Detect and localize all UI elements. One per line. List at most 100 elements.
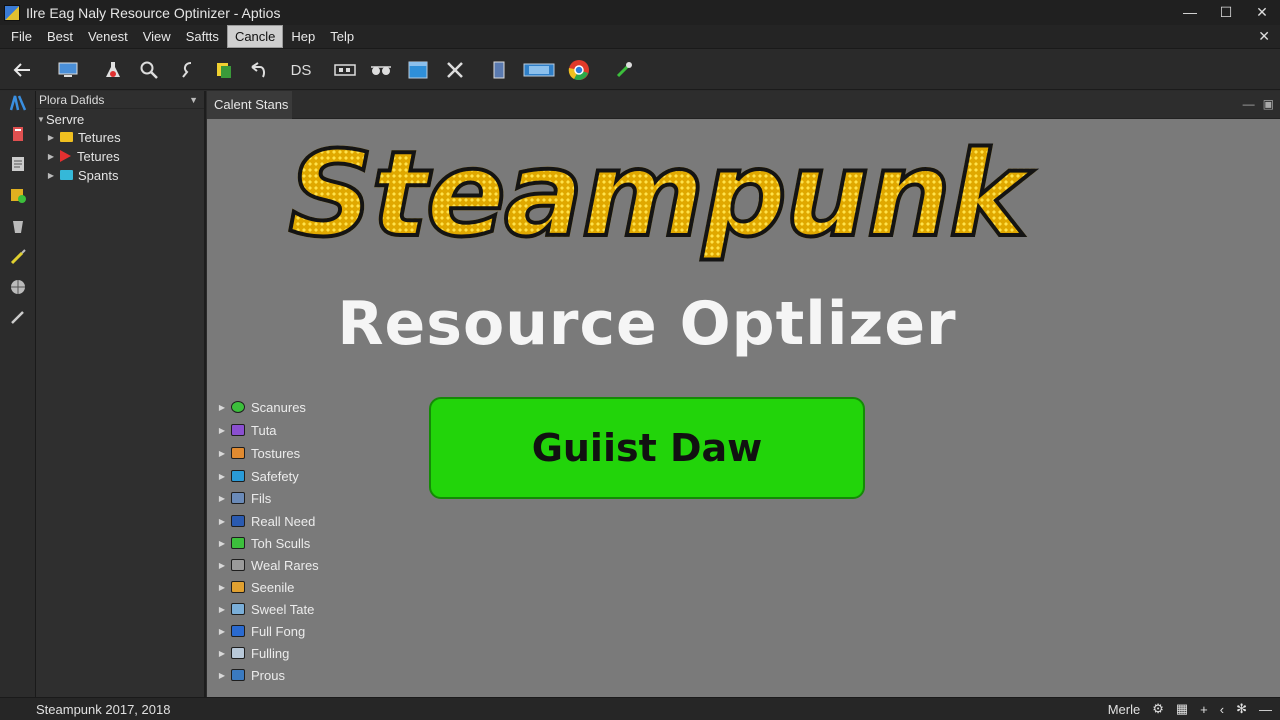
menu-saftts[interactable]: Saftts	[179, 26, 226, 47]
collapsed-caret-icon[interactable]: ▶	[217, 561, 227, 570]
collapsed-caret-icon[interactable]: ▶	[217, 517, 227, 526]
collapsed-caret-icon[interactable]: ▶	[217, 426, 227, 435]
asset-list-item[interactable]: ▶ Tuta	[217, 421, 277, 439]
asset-list-item[interactable]: ▶ Safefety	[217, 467, 299, 485]
tree-item[interactable]: ▶ Spants	[46, 166, 119, 184]
panel-icon[interactable]	[522, 58, 556, 82]
menu-telp[interactable]: Telp	[323, 26, 361, 47]
bucket-icon[interactable]	[9, 217, 27, 235]
tree-root[interactable]: ▼ Servre	[36, 110, 84, 128]
brush-icon[interactable]	[9, 308, 27, 326]
asset-label: Sweel Tate	[251, 601, 315, 617]
pen-icon[interactable]	[9, 248, 27, 266]
menu-cancle[interactable]: Cancle	[226, 25, 284, 48]
pipette-icon[interactable]	[612, 58, 636, 82]
close-document-icon[interactable]: ✕	[1258, 28, 1270, 45]
book-icon[interactable]	[9, 125, 27, 143]
tree-item[interactable]: ▶ Tetures	[46, 147, 120, 165]
undo-icon[interactable]	[246, 58, 270, 82]
primary-action-button[interactable]: Guiist Daw	[429, 397, 865, 499]
asset-list-item[interactable]: ▶ Seenile	[217, 578, 294, 596]
mode-label[interactable]: Merle	[1108, 702, 1141, 717]
settings-icon[interactable]: ⚙	[1152, 701, 1164, 717]
minimize-button[interactable]: —	[1172, 0, 1208, 25]
asset-label: Toh Sculls	[251, 535, 311, 551]
collapsed-caret-icon[interactable]: ▶	[217, 671, 227, 680]
menu-best[interactable]: Best	[40, 26, 80, 47]
magnifier-icon[interactable]	[137, 58, 161, 82]
collapsed-caret-icon[interactable]: ▶	[217, 583, 227, 592]
menu-hep[interactable]: Hep	[284, 26, 322, 47]
monitor-icon[interactable]	[56, 58, 80, 82]
collapsed-caret-icon[interactable]: ▶	[217, 605, 227, 614]
chrome-icon[interactable]	[567, 58, 591, 82]
document-icon[interactable]	[9, 155, 27, 173]
asset-list-item[interactable]: ▶ Toh Sculls	[217, 534, 310, 552]
collapsed-caret-icon[interactable]: ▶	[217, 539, 227, 548]
hook-icon[interactable]	[176, 58, 200, 82]
asset-list-item[interactable]: ▶ Full Fong	[217, 622, 305, 640]
title-bar: Ilre Eag Naly Resource Optinizer - Aptio…	[0, 0, 1280, 25]
asset-list-item[interactable]: ▶ Weal Rares	[217, 556, 319, 574]
asset-list-item[interactable]: ▶ Fils	[217, 489, 271, 507]
panel-controls: — ▣	[1243, 97, 1274, 111]
notes-icon[interactable]	[212, 58, 236, 82]
gear-icon[interactable]: ✻	[1236, 701, 1247, 717]
restore-panel-icon[interactable]: ▣	[1263, 97, 1274, 111]
chevron-down-icon[interactable]: ▼	[189, 91, 198, 109]
tree-item-label: Spants	[78, 167, 119, 183]
expanded-caret-icon[interactable]: ▼	[36, 115, 46, 124]
tab-calent-stans[interactable]: Calent Stans	[207, 91, 292, 119]
collapsed-caret-icon[interactable]: ▶	[46, 152, 56, 161]
globe-icon[interactable]	[9, 278, 27, 296]
close-window-button[interactable]: ✕	[1244, 0, 1280, 25]
menu-view[interactable]: View	[136, 26, 178, 47]
plus-icon[interactable]: +	[1200, 702, 1208, 717]
phone-icon[interactable]	[487, 58, 511, 82]
collapsed-caret-icon[interactable]: ▶	[217, 472, 227, 481]
tree-item-label: Tetures	[78, 129, 121, 145]
collapsed-caret-icon[interactable]: ▶	[217, 627, 227, 636]
collapsed-caret-icon[interactable]: ▶	[217, 649, 227, 658]
hero-subtitle: Resource Optlizer	[337, 289, 957, 359]
grid-icon[interactable]: ▦	[1176, 701, 1188, 717]
asset-list-item[interactable]: ▶ Scanures	[217, 398, 306, 416]
asset-label: Weal Rares	[251, 557, 319, 573]
chevron-left-icon[interactable]: ‹	[1220, 702, 1224, 717]
glasses-icon[interactable]	[369, 58, 393, 82]
menu-venest[interactable]: Venest	[81, 26, 135, 47]
collapsed-caret-icon[interactable]: ▶	[217, 494, 227, 503]
tools-icon[interactable]	[443, 58, 467, 82]
triangle-icon	[60, 150, 71, 162]
collapsed-caret-icon[interactable]: ▶	[46, 171, 56, 180]
flask-icon[interactable]	[101, 58, 125, 82]
collapsed-caret-icon[interactable]: ▶	[217, 403, 227, 412]
status-controls: Merle ⚙ ▦ + ‹ ✻ —	[1108, 701, 1272, 717]
asset-list-item[interactable]: ▶ Reall Need	[217, 512, 315, 530]
asset-icon	[231, 581, 245, 593]
ds-icon[interactable]: DS	[289, 58, 313, 82]
logo-icon[interactable]	[9, 94, 27, 112]
hero-title: Steampunk	[277, 119, 1037, 269]
back-arrow-icon[interactable]	[10, 58, 34, 82]
asset-label: Tostures	[251, 445, 301, 461]
film-icon[interactable]	[333, 58, 357, 82]
collapsed-caret-icon[interactable]: ▶	[217, 449, 227, 458]
explorer-header[interactable]: Plora Dafids ▼	[36, 91, 204, 109]
minimize-panel-icon[interactable]: —	[1243, 97, 1255, 111]
folder-plus-icon[interactable]	[9, 186, 27, 204]
menu-file[interactable]: File	[4, 26, 39, 47]
asset-list-item[interactable]: ▶ Fulling	[217, 644, 289, 662]
maximize-button[interactable]: ☐	[1208, 0, 1244, 25]
asset-icon	[231, 603, 245, 615]
asset-list-item[interactable]: ▶ Prous	[217, 666, 285, 684]
window-icon[interactable]	[406, 58, 430, 82]
collapsed-caret-icon[interactable]: ▶	[46, 133, 56, 142]
asset-list-item[interactable]: ▶ Tostures	[217, 444, 300, 462]
asset-list-item[interactable]: ▶ Sweel Tate	[217, 600, 314, 618]
minus-icon[interactable]: —	[1259, 702, 1272, 717]
asset-icon	[231, 669, 245, 681]
folder-icon	[60, 170, 73, 180]
asset-label: Fils	[251, 490, 272, 506]
tree-item[interactable]: ▶ Tetures	[46, 128, 121, 146]
